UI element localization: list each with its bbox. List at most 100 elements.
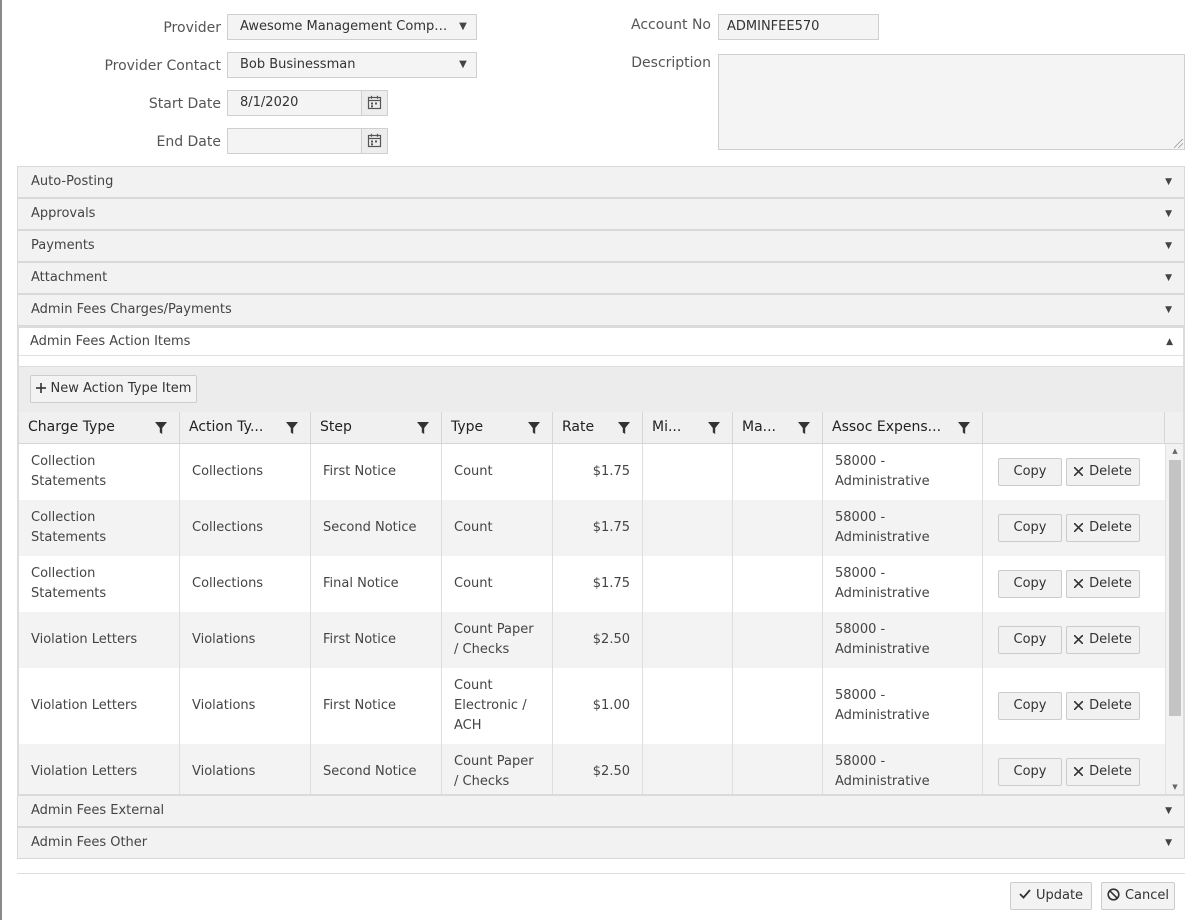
- provider-contact-select[interactable]: Bob Businessman ▼: [227, 52, 477, 78]
- cell-rate: $2.50: [553, 612, 643, 668]
- cell-rate: $1.00: [553, 668, 643, 744]
- copy-button[interactable]: Copy: [998, 758, 1062, 786]
- delete-button[interactable]: Delete: [1066, 692, 1140, 720]
- panel-payments[interactable]: Payments ▼: [17, 230, 1185, 262]
- x-icon: [1073, 522, 1084, 533]
- resize-grip-icon[interactable]: [1174, 139, 1183, 148]
- scrollbar-thumb[interactable]: [1169, 460, 1181, 716]
- grid-vertical-scrollbar[interactable]: ▲ ▼: [1165, 444, 1183, 794]
- panel-admin-fees-charges-payments[interactable]: Admin Fees Charges/Payments ▼: [17, 294, 1185, 326]
- cell-charge-type: Violation Letters: [19, 668, 180, 744]
- delete-button[interactable]: Delete: [1066, 570, 1140, 598]
- end-date-input[interactable]: [227, 128, 388, 154]
- grid-body: Collection Statements Collections First …: [19, 444, 1165, 794]
- cell-type: Count: [442, 556, 553, 612]
- start-date-label: Start Date: [148, 96, 221, 112]
- column-header-charge-type[interactable]: Charge Type: [19, 412, 180, 443]
- cell-assoc-expense: 58000 - Administrative: [823, 744, 983, 794]
- delete-button[interactable]: Delete: [1066, 458, 1140, 486]
- plus-icon: [35, 383, 46, 393]
- panel-attachment[interactable]: Attachment ▼: [17, 262, 1185, 294]
- panel-approvals[interactable]: Approvals ▼: [17, 198, 1185, 230]
- cell-action-type: Collections: [180, 444, 311, 500]
- copy-button[interactable]: Copy: [998, 692, 1062, 720]
- scroll-down-icon[interactable]: ▼: [1166, 780, 1183, 794]
- cell-min: [643, 744, 733, 794]
- cell-charge-type: Violation Letters: [19, 744, 180, 794]
- column-header-action-type[interactable]: Action Ty...: [180, 412, 311, 443]
- cancel-button[interactable]: Cancel: [1101, 882, 1175, 910]
- column-header-step[interactable]: Step: [311, 412, 442, 443]
- cell-assoc-expense: 58000 - Administrative: [823, 668, 983, 744]
- column-header-rate[interactable]: Rate: [553, 412, 643, 443]
- cell-max: [733, 556, 823, 612]
- delete-label: Delete: [1089, 464, 1132, 479]
- caret-down-icon: ▼: [1165, 177, 1172, 187]
- footer-divider: [17, 873, 1185, 874]
- provider-value: Awesome Management Company: [240, 19, 452, 34]
- cell-rate: $1.75: [553, 500, 643, 556]
- panel-admin-fees-external[interactable]: Admin Fees External ▼: [17, 795, 1185, 827]
- delete-label: Delete: [1089, 698, 1132, 713]
- delete-button[interactable]: Delete: [1066, 758, 1140, 786]
- cell-step: Second Notice: [311, 744, 442, 794]
- panel-admin-fees-other[interactable]: Admin Fees Other ▼: [17, 827, 1185, 859]
- provider-select[interactable]: Awesome Management Company ▼: [227, 14, 477, 40]
- account-no-value: ADMINFEE570: [727, 19, 820, 34]
- column-header-max[interactable]: Ma...: [733, 412, 823, 443]
- table-row: Violation Letters Violations First Notic…: [19, 668, 1165, 744]
- panel-auto-posting[interactable]: Auto-Posting ▼: [17, 166, 1185, 198]
- cell-type: Count Paper / Checks: [442, 744, 553, 794]
- caret-up-icon: ▲: [1166, 337, 1173, 347]
- x-icon: [1073, 634, 1084, 645]
- x-icon: [1073, 700, 1084, 711]
- delete-label: Delete: [1089, 764, 1132, 779]
- delete-button[interactable]: Delete: [1066, 514, 1140, 542]
- x-icon: [1073, 766, 1084, 777]
- account-no-input[interactable]: ADMINFEE570: [718, 14, 879, 40]
- cell-step: First Notice: [311, 668, 442, 744]
- copy-label: Copy: [1013, 632, 1047, 647]
- caret-down-icon[interactable]: ▼: [450, 15, 476, 39]
- calendar-icon[interactable]: [361, 91, 387, 115]
- table-row: Collection Statements Collections Final …: [19, 556, 1165, 612]
- scroll-up-icon[interactable]: ▲: [1166, 444, 1183, 458]
- column-header-type[interactable]: Type: [442, 412, 553, 443]
- calendar-icon[interactable]: [361, 129, 387, 153]
- new-action-type-item-button[interactable]: New Action Type Item: [30, 375, 197, 403]
- cell-type: Count Paper / Checks: [442, 612, 553, 668]
- cell-step: First Notice: [311, 444, 442, 500]
- cell-assoc-expense: 58000 - Administrative: [823, 444, 983, 500]
- cell-min: [643, 444, 733, 500]
- copy-button[interactable]: Copy: [998, 514, 1062, 542]
- column-title: Charge Type: [28, 419, 115, 435]
- panel-header[interactable]: Admin Fees Action Items ▲: [19, 328, 1183, 356]
- cell-type: Count: [442, 500, 553, 556]
- delete-button[interactable]: Delete: [1066, 626, 1140, 654]
- column-header-assoc-expense[interactable]: Assoc Expens...: [823, 412, 983, 443]
- cell-action-type: Violations: [180, 668, 311, 744]
- new-action-type-item-label: New Action Type Item: [50, 381, 192, 396]
- x-icon: [1073, 578, 1084, 589]
- cancel-label: Cancel: [1124, 888, 1170, 903]
- cell-max: [733, 500, 823, 556]
- grid-toolbar: New Action Type Item: [19, 366, 1183, 412]
- update-button[interactable]: Update: [1010, 882, 1092, 910]
- panel-admin-fees-action-items: Admin Fees Action Items ▲ New Action Typ…: [17, 326, 1185, 796]
- start-date-input[interactable]: 8/1/2020: [227, 90, 388, 116]
- panel-title: Admin Fees Charges/Payments: [31, 302, 232, 317]
- caret-down-icon[interactable]: ▼: [450, 53, 476, 77]
- panel-title: Payments: [31, 238, 95, 253]
- cell-max: [733, 612, 823, 668]
- copy-button[interactable]: Copy: [998, 570, 1062, 598]
- column-header-min[interactable]: Mi...: [643, 412, 733, 443]
- copy-button[interactable]: Copy: [998, 458, 1062, 486]
- copy-button[interactable]: Copy: [998, 626, 1062, 654]
- cell-assoc-expense: 58000 - Administrative: [823, 556, 983, 612]
- table-row: Violation Letters Violations Second Noti…: [19, 744, 1165, 794]
- caret-down-icon: ▼: [1165, 241, 1172, 251]
- cell-action-type: Collections: [180, 500, 311, 556]
- description-textarea[interactable]: [718, 54, 1185, 150]
- end-date-label: End Date: [156, 134, 221, 150]
- cell-charge-type: Violation Letters: [19, 612, 180, 668]
